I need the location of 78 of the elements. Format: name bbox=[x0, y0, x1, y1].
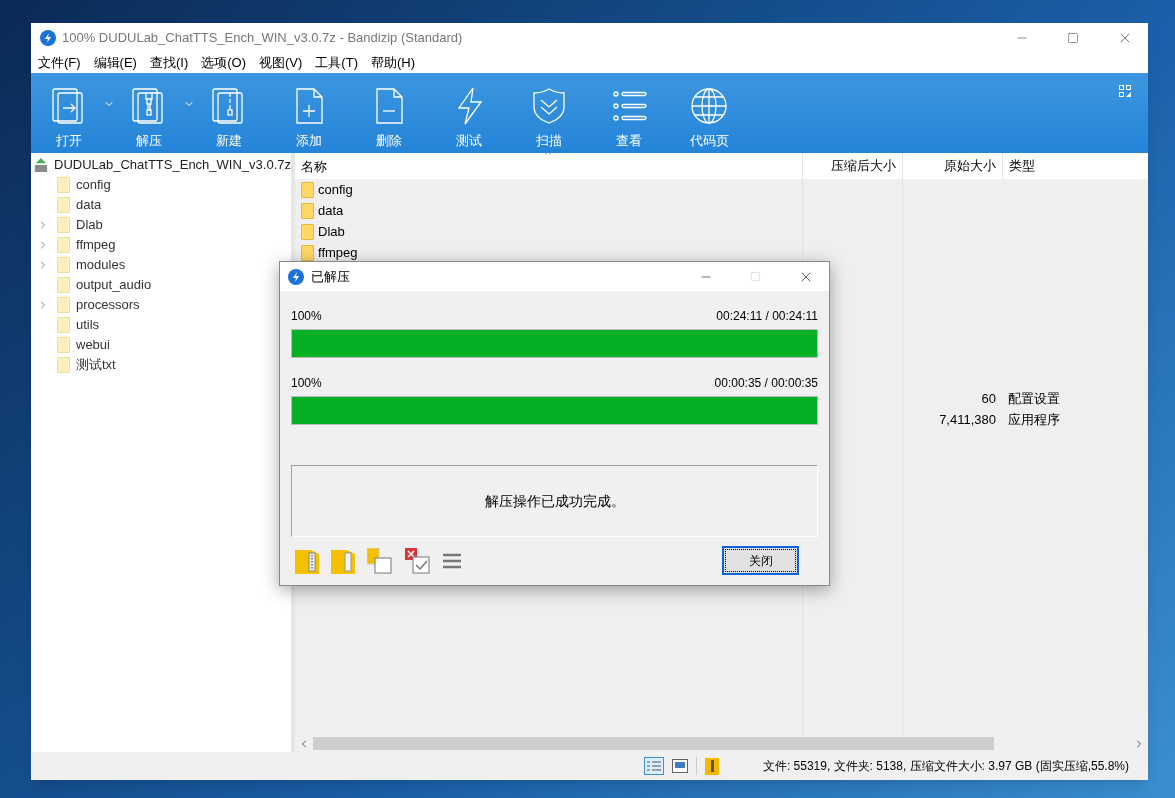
checklist-icon[interactable] bbox=[405, 547, 431, 574]
tree-item[interactable]: 测试txt bbox=[76, 355, 116, 375]
copy-icon[interactable] bbox=[367, 547, 393, 574]
dialog-title: 已解压 bbox=[311, 267, 350, 286]
folder-icon bbox=[57, 237, 70, 253]
tree-item[interactable]: ffmpeg bbox=[76, 235, 116, 255]
tree-root[interactable]: DUDULab_ChatTTS_Ench_WIN_v3.0.7z bbox=[54, 155, 291, 175]
image-view-icon[interactable] bbox=[671, 759, 688, 773]
tree-item[interactable]: utils bbox=[76, 315, 100, 335]
toolbar-button[interactable]: 测试 bbox=[441, 73, 497, 151]
column-header[interactable]: 原始大小 bbox=[944, 156, 996, 176]
file-name: data bbox=[318, 201, 344, 220]
folder-icon bbox=[301, 181, 314, 198]
folder-icon bbox=[57, 197, 70, 213]
column-header[interactable]: 类型 bbox=[1009, 156, 1035, 176]
menu-item[interactable]: 编辑(E) bbox=[93, 52, 137, 73]
tree-item[interactable]: data bbox=[76, 195, 102, 215]
app-logo-icon bbox=[40, 29, 56, 46]
progress-percent: 100% bbox=[291, 375, 322, 392]
size-value: 7,411,380 bbox=[939, 411, 996, 427]
menu-icon[interactable] bbox=[443, 552, 461, 569]
status-text: 文件: 55319, 文件夹: 5138, 压缩文件大小: 3.97 GB (固实压缩,55.8%) bbox=[762, 758, 1129, 775]
file-name: Dlab bbox=[318, 222, 345, 241]
column-header[interactable]: 名称 bbox=[301, 159, 327, 174]
folder-icon bbox=[57, 177, 70, 193]
app-logo-icon bbox=[288, 268, 304, 285]
toolbar-button[interactable]: 打开 bbox=[41, 73, 97, 151]
folder-icon bbox=[301, 202, 314, 219]
folder-icon bbox=[57, 277, 70, 293]
file-name: ffmpeg bbox=[318, 243, 358, 262]
menu-item[interactable]: 视图(V) bbox=[259, 52, 303, 73]
window-title: 100% DUDULab_ChatTTS_Ench_WIN_v3.0.7z - Bandizip (Standard) bbox=[62, 28, 463, 47]
type-value: 应用程序 bbox=[1008, 411, 1060, 427]
tree-item[interactable]: Dlab bbox=[76, 215, 103, 235]
toolbar-button[interactable]: 查看 bbox=[601, 73, 657, 151]
file-name: config bbox=[318, 180, 353, 199]
menu-item[interactable]: 选项(O) bbox=[201, 52, 246, 73]
maximize-icon[interactable] bbox=[1067, 31, 1079, 44]
tree-item[interactable]: webui bbox=[76, 335, 110, 355]
toolbar-button[interactable]: 解压 bbox=[121, 73, 177, 151]
menu-item[interactable]: 文件(F) bbox=[38, 52, 81, 73]
folder-icon bbox=[301, 223, 314, 240]
elapsed-time: 00:00:35 / 00:00:35 bbox=[714, 375, 818, 392]
toolbar-button[interactable]: 删除 bbox=[361, 73, 417, 151]
menu-item[interactable]: 帮助(H) bbox=[370, 52, 415, 73]
folder-icon bbox=[57, 217, 70, 233]
toolbar-button[interactable]: 代码页 bbox=[681, 73, 737, 151]
folder-icon bbox=[57, 257, 70, 273]
toolbar-button[interactable]: 添加 bbox=[281, 73, 337, 151]
toolbar-button[interactable]: 新建 bbox=[201, 73, 257, 151]
sort-caret-icon bbox=[543, 148, 553, 158]
tree-item[interactable]: output_audio bbox=[76, 275, 152, 295]
close-button[interactable]: 关闭 bbox=[722, 546, 799, 575]
folder-icon[interactable] bbox=[331, 547, 355, 574]
size-value: 60 bbox=[981, 390, 996, 406]
details-view-icon[interactable] bbox=[643, 757, 664, 775]
folder-icon bbox=[57, 317, 70, 333]
globe-icon bbox=[689, 86, 729, 126]
archive-icon bbox=[34, 157, 48, 173]
folder-icon bbox=[57, 337, 70, 353]
toolbar-button[interactable]: 扫描 bbox=[521, 73, 577, 151]
column-header[interactable]: 压缩后大小 bbox=[831, 156, 896, 176]
maximize-icon bbox=[750, 271, 761, 282]
elapsed-time: 00:24:11 / 00:24:11 bbox=[716, 308, 818, 325]
zip-folder-icon[interactable] bbox=[704, 757, 719, 775]
tree-item[interactable]: modules bbox=[76, 255, 126, 275]
folder-icon bbox=[301, 244, 314, 261]
success-message: 解压操作已成功完成。 bbox=[484, 491, 625, 511]
folder-icon bbox=[57, 297, 70, 313]
layout-grid-icon[interactable] bbox=[1119, 85, 1131, 97]
type-value: 配置设置 bbox=[1008, 390, 1060, 406]
progress-percent: 100% bbox=[291, 308, 322, 325]
menu-item[interactable]: 工具(T) bbox=[315, 52, 358, 73]
folder-icon bbox=[57, 357, 70, 373]
tree-item[interactable]: config bbox=[76, 175, 111, 195]
menu-item[interactable]: 查找(I) bbox=[149, 52, 189, 73]
tree-item[interactable]: processors bbox=[76, 295, 140, 315]
scrollbar-thumb[interactable] bbox=[313, 737, 994, 750]
